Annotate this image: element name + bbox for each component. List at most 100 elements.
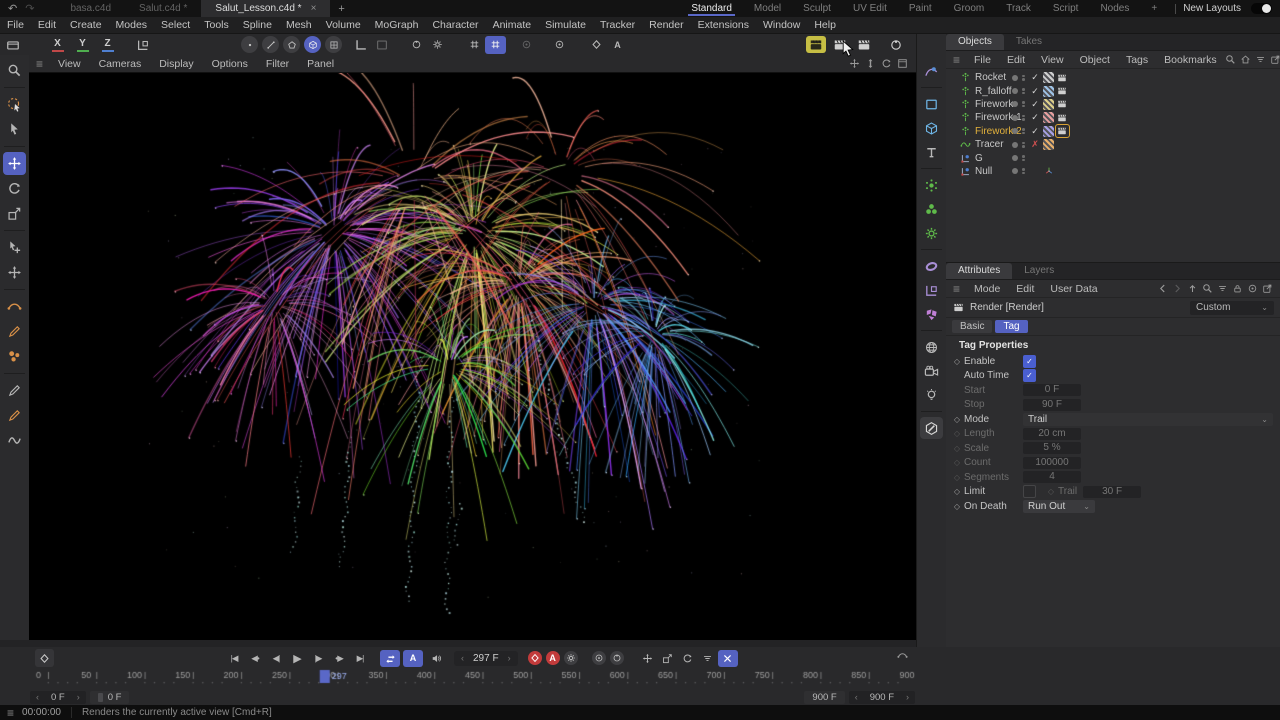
spinner-left-icon[interactable]: ‹ [855, 692, 858, 702]
set-keyframe-button[interactable] [35, 649, 54, 667]
main-menu-help[interactable]: Help [807, 19, 843, 31]
render-visibility-dot[interactable] [1022, 104, 1025, 108]
render-visibility-dot[interactable] [1022, 158, 1025, 162]
layer-dot[interactable] [1012, 128, 1018, 135]
up-icon[interactable] [1187, 283, 1198, 294]
texture-tag[interactable] [1042, 139, 1054, 151]
preview-end-marker[interactable]: 900 F [804, 690, 845, 704]
particle-emitter-button[interactable] [920, 174, 943, 196]
new-layouts-button[interactable]: New Layouts [1183, 3, 1241, 14]
main-menu-window[interactable]: Window [756, 19, 807, 31]
text-spline-button[interactable] [920, 141, 943, 163]
objects-menu-tags[interactable]: Tags [1118, 54, 1156, 66]
back-icon[interactable] [1157, 283, 1168, 294]
layer-dot[interactable] [1012, 114, 1018, 121]
plane-primitive-button[interactable] [920, 93, 943, 115]
enabled-icon[interactable]: ✓ [1030, 126, 1041, 137]
keyframe-selection-button[interactable] [591, 651, 606, 665]
doc-tab-basa-c4d[interactable]: basa.c4d [56, 0, 125, 17]
deformer-button[interactable] [920, 255, 943, 277]
object-row-firework-1[interactable]: Firework.1 ✓ [946, 111, 1280, 124]
object-row-firework-2[interactable]: Firework.2 ✓ [946, 124, 1280, 139]
move-tool-button[interactable] [3, 152, 26, 175]
workplane-icon[interactable] [132, 36, 153, 54]
editor-visibility-dot[interactable] [1022, 155, 1025, 158]
axis-mode-icon[interactable] [350, 36, 371, 54]
texture-tag[interactable] [1042, 98, 1054, 110]
record-rotation-button[interactable] [678, 650, 698, 667]
render-queue-button[interactable] [854, 36, 874, 53]
viewport-canvas[interactable] [29, 73, 916, 641]
open-icon[interactable] [1262, 283, 1273, 294]
layer-dot[interactable] [1012, 88, 1018, 95]
object-manager-menu-icon[interactable]: ≡ [953, 53, 960, 67]
enable-checkbox[interactable]: ✓ [1023, 354, 1036, 368]
editor-visibility-dot[interactable] [1022, 74, 1025, 78]
object-row-tracer[interactable]: Tracer ✗ [946, 138, 1280, 151]
main-menu-render[interactable]: Render [642, 19, 690, 31]
visibility-dots[interactable] [1022, 74, 1025, 81]
render-visibility-dot[interactable] [1022, 131, 1025, 135]
cube-primitive-button[interactable] [920, 117, 943, 139]
objects-menu-bookmarks[interactable]: Bookmarks [1156, 54, 1225, 66]
render-visibility-dot[interactable] [1022, 78, 1025, 81]
visibility-dots[interactable] [1022, 101, 1025, 108]
limit-checkbox[interactable] [1023, 485, 1036, 498]
spline-smooth-tool-button[interactable] [3, 429, 26, 452]
timeline-ruler[interactable] [30, 669, 915, 689]
layer-dot[interactable] [1012, 101, 1018, 108]
viewport-menu-view[interactable]: View [49, 58, 90, 70]
layout-tab-track[interactable]: Track [995, 0, 1042, 17]
drag-handle[interactable] [97, 692, 103, 702]
object-row-firework[interactable]: Firework ✓ [946, 98, 1280, 111]
play-button[interactable]: ▶ [287, 650, 307, 667]
spline-pen-tool-button[interactable] [3, 404, 26, 427]
zoom-tool-button[interactable] [3, 59, 26, 82]
main-menu-tools[interactable]: Tools [197, 19, 236, 31]
scale-tool-button[interactable] [3, 202, 26, 225]
texture-tag[interactable] [1042, 85, 1054, 97]
play-mode-button[interactable]: A [403, 649, 423, 667]
spline-tools-button[interactable] [920, 60, 943, 82]
center-axis-button[interactable] [549, 36, 570, 54]
timeline-mode-icon[interactable] [897, 650, 908, 661]
spinner-right-icon[interactable]: › [906, 692, 909, 702]
layout-tab-uv-edit[interactable]: UV Edit [842, 0, 898, 17]
workplane-object-button[interactable] [920, 279, 943, 301]
focus-icon[interactable] [1247, 283, 1258, 294]
layer-dot[interactable] [1012, 141, 1018, 148]
preview-start-marker[interactable]: 0 F [89, 690, 130, 704]
layout-tab-model[interactable]: Model [743, 0, 792, 17]
material-manager-button[interactable] [920, 417, 943, 439]
status-menu-icon[interactable]: ≡ [7, 706, 14, 720]
visibility-dots[interactable] [1022, 168, 1025, 175]
main-menu-select[interactable]: Select [154, 19, 197, 31]
snapping-button[interactable] [485, 35, 506, 54]
render-tag[interactable] [1054, 124, 1070, 139]
goto-start-button[interactable]: |◀ [224, 650, 244, 667]
main-menu-extensions[interactable]: Extensions [691, 19, 756, 31]
axis-lock-z-button[interactable]: Z [100, 38, 115, 52]
viewport-snapshot-icon[interactable] [2, 36, 23, 54]
keyframe-diamond-icon[interactable]: ◇ [952, 357, 962, 366]
model-mode-button[interactable] [304, 36, 321, 53]
point-mode-button[interactable] [241, 36, 258, 53]
on-death-select[interactable]: Run Out ⌄ [1023, 499, 1095, 513]
main-menu-spline[interactable]: Spline [236, 19, 279, 31]
record-parameter-button[interactable] [698, 650, 718, 667]
viewport-menu-filter[interactable]: Filter [257, 58, 298, 70]
main-menu-mograph[interactable]: MoGraph [368, 19, 426, 31]
layer-dot[interactable] [1012, 155, 1018, 162]
home-icon[interactable] [1240, 54, 1251, 65]
layout-tab-paint[interactable]: Paint [898, 0, 943, 17]
enabled-icon[interactable]: ✓ [1030, 86, 1041, 97]
main-menu-volume[interactable]: Volume [319, 19, 368, 31]
light-object-button[interactable] [920, 384, 943, 406]
fracture-voronoi-button[interactable] [920, 303, 943, 325]
autokeying-button[interactable]: A [545, 651, 560, 665]
filter-icon[interactable] [1217, 283, 1228, 294]
axis-lock-y-button[interactable]: Y [75, 38, 90, 52]
spinner-right-icon[interactable]: › [77, 692, 80, 702]
keyframe-diamond-icon[interactable]: ◇ [952, 444, 962, 453]
editor-visibility-dot[interactable] [1022, 141, 1025, 145]
